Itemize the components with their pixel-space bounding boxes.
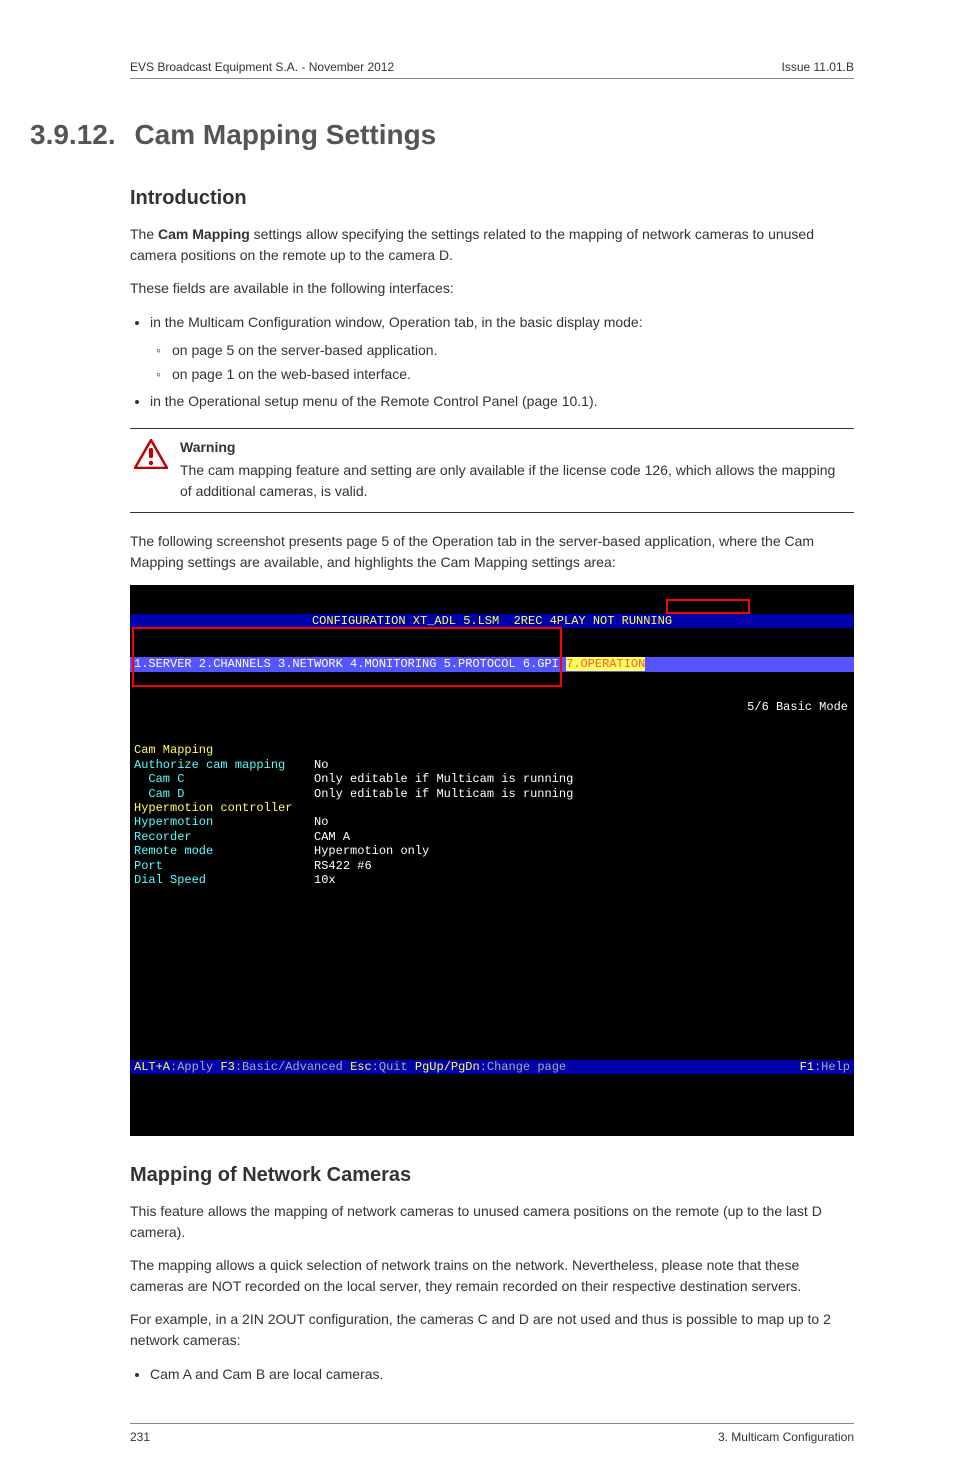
screenshot-pretext: The following screenshot presents page 5… [130, 531, 854, 573]
netcam-heading: Mapping of Network Cameras [130, 1164, 854, 1187]
footer-left: 231 [130, 1430, 150, 1444]
section-number: 3.9.12. [30, 119, 130, 151]
intro-heading: Introduction [130, 187, 854, 210]
terminal-footer: ALT+A:Apply F3:Basic/Advanced Esc:Quit P… [130, 1060, 854, 1074]
list-item: on page 5 on the server-based applicatio… [172, 339, 854, 363]
intro-paragraph-1: The Cam Mapping settings allow specifyin… [130, 224, 854, 266]
netcam-list: Cam A and Cam B are local cameras. [130, 1363, 854, 1387]
list-item: Cam A and Cam B are local cameras. [150, 1363, 854, 1387]
highlight-box-tab [666, 599, 750, 614]
list-item: in the Multicam Configuration window, Op… [150, 311, 854, 386]
netcam-p2: The mapping allows a quick selection of … [130, 1255, 854, 1297]
terminal-body: Cam Mapping Authorize cam mapping No Cam… [130, 743, 854, 887]
header-left: EVS Broadcast Equipment S.A. - November … [130, 60, 394, 74]
section-heading: 3.9.12. Cam Mapping Settings [130, 119, 854, 151]
intro-list: in the Multicam Configuration window, Op… [130, 311, 854, 414]
terminal-screenshot: CONFIGURATION XT_ADL 5.LSM 2REC 4PLAY NO… [130, 585, 854, 1136]
warning-icon [134, 439, 168, 469]
warning-text: The cam mapping feature and setting are … [180, 460, 850, 502]
list-item: in the Operational setup menu of the Rem… [150, 390, 854, 414]
footer-right: 3. Multicam Configuration [718, 1430, 854, 1444]
terminal-tab-active: 7.OPERATION [566, 657, 645, 671]
intro-paragraph-2: These fields are available in the follow… [130, 278, 854, 299]
list-item: on page 1 on the web-based interface. [172, 363, 854, 387]
header-right: Issue 11.01.B [782, 60, 855, 74]
page-header: EVS Broadcast Equipment S.A. - November … [130, 60, 854, 79]
terminal-blank-area [130, 916, 854, 1031]
terminal-tabs: 1.SERVER 2.CHANNELS 3.NETWORK 4.MONITORI… [130, 657, 854, 671]
netcam-p1: This feature allows the mapping of netwo… [130, 1201, 854, 1243]
terminal-title: CONFIGURATION XT_ADL 5.LSM 2REC 4PLAY NO… [130, 614, 854, 628]
warning-title: Warning [180, 437, 850, 458]
cam-mapping-term: Cam Mapping [158, 226, 250, 242]
section-title: Cam Mapping Settings [134, 119, 436, 150]
netcam-p3: For example, in a 2IN 2OUT configuration… [130, 1309, 854, 1351]
page-footer: 231 3. Multicam Configuration [130, 1423, 854, 1444]
terminal-mode: 5/6 Basic Mode [130, 700, 854, 714]
warning-box: Warning The cam mapping feature and sett… [130, 428, 854, 513]
